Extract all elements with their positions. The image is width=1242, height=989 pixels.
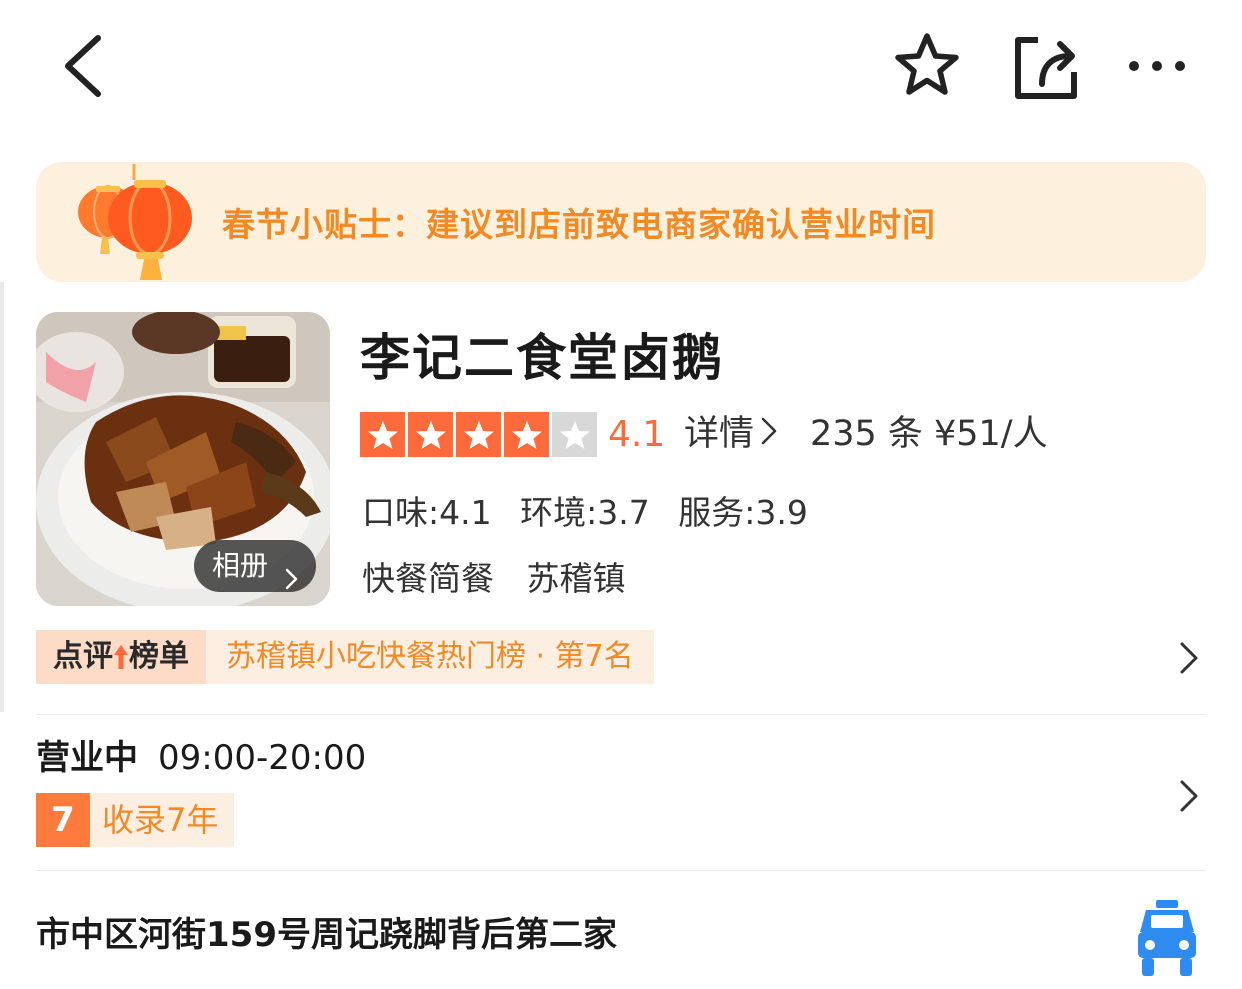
album-label: 相册 [212,549,269,582]
ranking-tag: 点评 榜单 [36,630,206,684]
notice-text: 春节小贴士：建议到店前致电商家确认营业时间 [222,205,936,244]
chevron-right-icon [284,555,298,590]
arrow-up-icon [114,645,128,669]
years-number: 7 [36,793,90,847]
star-icon [504,412,549,457]
star-icon [408,412,453,457]
chevron-right-icon[interactable] [1176,640,1202,676]
ranking-tag-right: 榜单 [129,639,189,674]
business-hours[interactable]: 营业中 09:00-20:00 [36,736,366,780]
rating-detail-link[interactable]: 详情 [684,412,778,458]
star-outline-icon [895,33,959,95]
share-button[interactable] [1010,32,1082,102]
open-status: 营业中 [36,738,138,778]
category-line: 快餐简餐 苏稽镇 [362,558,648,600]
star-icon [456,412,501,457]
years-listed-badge: 7 收录7年 [36,793,235,847]
opening-time: 09:00-20:00 [158,738,367,778]
taxi-icon[interactable] [1136,898,1198,978]
shop-address[interactable]: 市中区河街159号周记跷脚背后第二家 [36,912,617,958]
detail-label: 详情 [684,414,755,454]
shop-category: 快餐简餐 [362,559,494,598]
star-rating [360,412,597,457]
ranking-bar[interactable]: 点评 榜单 苏稽镇小吃快餐热门榜 · 第7名 [36,630,654,684]
star-empty-icon [552,412,597,457]
divider [36,714,1206,715]
share-icon [1015,37,1077,99]
chevron-right-icon[interactable] [1176,778,1202,814]
rating-score: 4.1 [608,414,666,455]
more-button[interactable] [1122,46,1192,86]
ranking-text: 苏稽镇小吃快餐热门榜 · 第7名 [206,630,654,684]
back-button[interactable] [58,30,114,102]
divider [36,870,1206,871]
chevron-right-icon [760,413,778,458]
favorite-button[interactable] [888,30,966,102]
environment-score: 环境:3.7 [520,493,650,532]
album-button[interactable]: 相册 [194,540,316,592]
ranking-tag-left: 点评 [53,639,113,674]
review-count: 235 条 [810,414,923,454]
service-score: 服务:3.9 [678,493,808,532]
average-price: ¥51/人 [934,414,1048,454]
more-dots-icon [1129,61,1185,71]
years-text: 收录7年 [90,793,235,847]
shop-area: 苏稽镇 [526,559,626,598]
chevron-left-icon [65,35,101,97]
taste-score: 口味:4.1 [362,493,492,532]
left-edge-strip [0,282,4,712]
star-icon [360,412,405,457]
shop-name: 李记二食堂卤鹅 [360,329,724,387]
sub-scores: 口味:4.1 环境:3.7 服务:3.9 [362,492,826,534]
lantern-icon [72,162,202,284]
